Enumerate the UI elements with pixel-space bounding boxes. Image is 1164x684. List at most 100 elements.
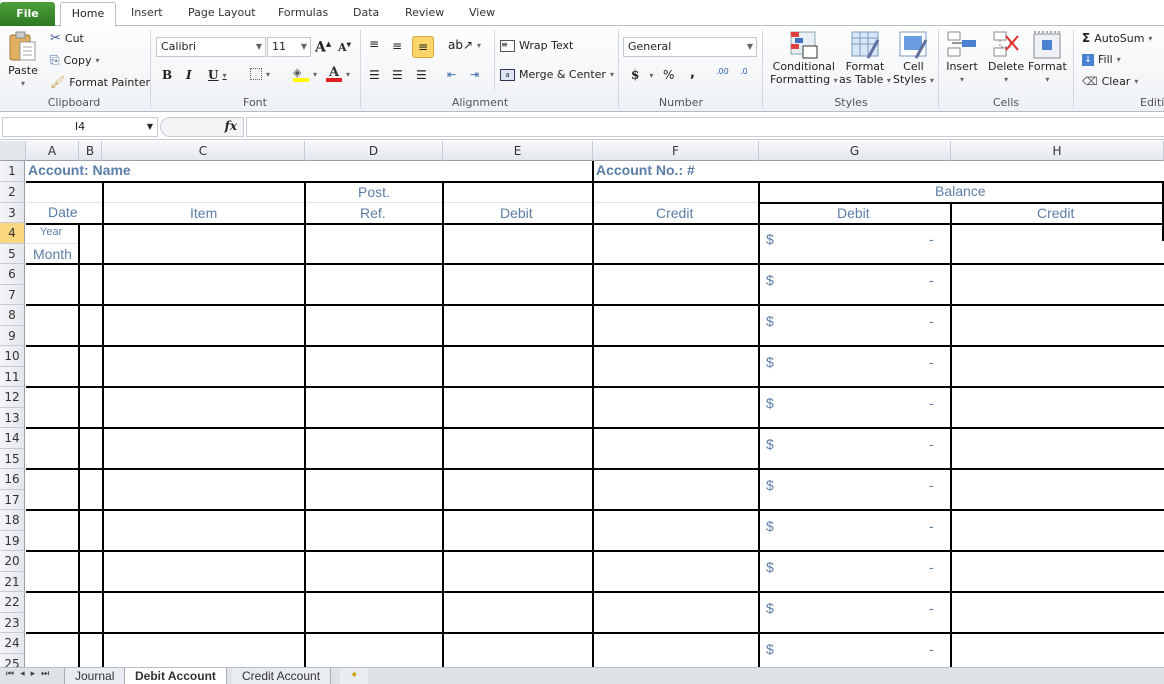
row-header-11[interactable]: 11 xyxy=(0,366,25,387)
row-header-2[interactable]: 2 xyxy=(0,182,25,203)
align-bottom-button[interactable]: ≡ xyxy=(412,36,434,58)
row-header-9[interactable]: 9 xyxy=(0,325,25,346)
wrap-text-button[interactable]: ≡ Wrap Text xyxy=(500,39,573,52)
tab-formulas[interactable]: Formulas xyxy=(278,6,328,19)
paste-button[interactable]: Paste ▾ xyxy=(8,30,38,88)
copy-button[interactable]: ⎘ Copy ▾ xyxy=(50,53,100,68)
column-header-b[interactable]: B xyxy=(79,141,102,161)
clear-button[interactable]: ⌫ Clear ▾ xyxy=(1082,75,1138,88)
sheet-nav-buttons[interactable]: ⏮◂▸⏭ xyxy=(6,669,55,679)
column-header-c[interactable]: C xyxy=(102,141,305,161)
row-header-18[interactable]: 18 xyxy=(0,510,25,531)
balance-debit-currency[interactable]: $ xyxy=(766,641,774,657)
fill-button[interactable]: ↓ Fill ▾ xyxy=(1082,53,1121,66)
decrease-decimal-button[interactable]: .0 xyxy=(740,67,748,76)
borders-button[interactable]: ▾ xyxy=(250,68,270,80)
column-header-f[interactable]: F xyxy=(593,141,759,161)
align-left-button[interactable]: ☰ xyxy=(369,68,380,82)
row-header-10[interactable]: 10 xyxy=(0,346,25,367)
underline-button[interactable]: U ▾ xyxy=(208,68,226,82)
row-header-5[interactable]: 5 xyxy=(0,244,25,264)
select-all-button[interactable] xyxy=(0,141,26,161)
balance-debit-currency[interactable]: $ xyxy=(766,600,774,616)
row-header-14[interactable]: 14 xyxy=(0,428,25,449)
font-color-button[interactable]: A ▾ xyxy=(326,66,350,82)
column-header-e[interactable]: E xyxy=(443,141,593,161)
row-header-6[interactable]: 6 xyxy=(0,264,25,285)
name-box[interactable]: I4 ▼ xyxy=(2,117,158,137)
currency-button[interactable]: $ ▾ xyxy=(631,68,653,82)
row-header-22[interactable]: 22 xyxy=(0,592,25,613)
row-header-7[interactable]: 7 xyxy=(0,284,25,305)
sheet-tab-debit-account[interactable]: Debit Account xyxy=(124,668,227,684)
column-header-g[interactable]: G xyxy=(759,141,951,161)
align-middle-button[interactable]: ≡ xyxy=(392,39,402,53)
tab-view[interactable]: View xyxy=(469,6,495,19)
orientation-button[interactable]: ab↗ ▾ xyxy=(448,38,481,52)
cell-styles-button[interactable]: Cell Styles ▾ xyxy=(893,30,934,87)
merge-center-button[interactable]: a Merge & Center ▾ xyxy=(500,68,614,81)
balance-debit-currency[interactable]: $ xyxy=(766,477,774,493)
row-header-8[interactable]: 8 xyxy=(0,305,25,326)
row-header-19[interactable]: 19 xyxy=(0,530,25,551)
row-header-13[interactable]: 13 xyxy=(0,407,25,428)
row-header-1[interactable]: 1 xyxy=(0,161,25,182)
sheet-tab-credit-account[interactable]: Credit Account xyxy=(232,668,332,684)
row-header-15[interactable]: 15 xyxy=(0,448,25,469)
bold-button[interactable]: B xyxy=(162,68,172,82)
autosum-button[interactable]: Σ AutoSum ▾ xyxy=(1082,31,1152,45)
column-header-a[interactable]: A xyxy=(26,141,79,161)
font-name-select[interactable]: Calibri ▼ xyxy=(156,37,266,57)
row-header-16[interactable]: 16 xyxy=(0,469,25,490)
format-cells-button[interactable]: Format ▾ xyxy=(1028,30,1067,86)
account-number-cell[interactable]: Account No.: # xyxy=(596,162,695,178)
insert-cells-button[interactable]: Insert ▾ xyxy=(946,30,978,86)
tab-file[interactable]: File xyxy=(0,2,55,26)
tab-insert[interactable]: Insert xyxy=(131,6,163,19)
tab-data[interactable]: Data xyxy=(353,6,379,19)
balance-debit-currency[interactable]: $ xyxy=(766,354,774,370)
row-header-3[interactable]: 3 xyxy=(0,203,25,223)
balance-debit-currency[interactable]: $ xyxy=(766,518,774,534)
row-header-21[interactable]: 21 xyxy=(0,571,25,592)
row-header-12[interactable]: 12 xyxy=(0,387,25,408)
comma-button[interactable]: , xyxy=(690,66,695,81)
delete-cells-button[interactable]: Delete ▾ xyxy=(988,30,1024,86)
align-center-button[interactable]: ☰ xyxy=(392,68,403,82)
balance-debit-currency[interactable]: $ xyxy=(766,313,774,329)
row-header-25[interactable]: 25 xyxy=(0,653,25,667)
row-header-4[interactable]: 4 xyxy=(0,223,25,244)
align-right-button[interactable]: ☰ xyxy=(416,68,427,82)
row-header-24[interactable]: 24 xyxy=(0,633,25,654)
balance-debit-currency[interactable]: $ xyxy=(766,231,774,247)
increase-decimal-button[interactable]: .00 xyxy=(716,67,729,76)
balance-debit-currency[interactable]: $ xyxy=(766,559,774,575)
number-format-select[interactable]: General ▼ xyxy=(623,37,757,57)
fill-color-button[interactable]: ◈ ▾ xyxy=(293,66,317,82)
insert-sheet-icon[interactable]: ✦ xyxy=(340,668,369,684)
conditional-formatting-button[interactable]: Conditional Formatting ▾ xyxy=(770,30,838,87)
format-as-table-button[interactable]: Format as Table ▾ xyxy=(839,30,891,87)
formula-input[interactable] xyxy=(246,117,1164,137)
italic-button[interactable]: I xyxy=(186,68,192,82)
balance-debit-currency[interactable]: $ xyxy=(766,395,774,411)
shrink-font-button[interactable]: A▼ xyxy=(338,41,351,54)
balance-debit-currency[interactable]: $ xyxy=(766,436,774,452)
balance-debit-currency[interactable]: $ xyxy=(766,272,774,288)
row-header-17[interactable]: 17 xyxy=(0,489,25,510)
column-header-h[interactable]: H xyxy=(951,141,1164,161)
tab-review[interactable]: Review xyxy=(405,6,444,19)
row-header-23[interactable]: 23 xyxy=(0,612,25,633)
align-top-button[interactable]: ≡ xyxy=(369,37,379,51)
insert-function-button[interactable]: fx xyxy=(160,117,244,137)
column-header-d[interactable]: D xyxy=(305,141,443,161)
cut-button[interactable]: ✂ Cut xyxy=(50,31,84,46)
format-painter-button[interactable]: 🖌 Format Painter xyxy=(50,75,150,89)
account-name-cell[interactable]: Account: Name xyxy=(28,162,131,178)
percent-button[interactable]: % xyxy=(663,68,674,82)
grow-font-button[interactable]: A▲ xyxy=(315,39,331,56)
increase-indent-button[interactable]: ⇥ xyxy=(470,68,479,81)
tab-home[interactable]: Home xyxy=(60,2,116,27)
tab-page-layout[interactable]: Page Layout xyxy=(188,6,256,19)
decrease-indent-button[interactable]: ⇤ xyxy=(447,68,456,81)
